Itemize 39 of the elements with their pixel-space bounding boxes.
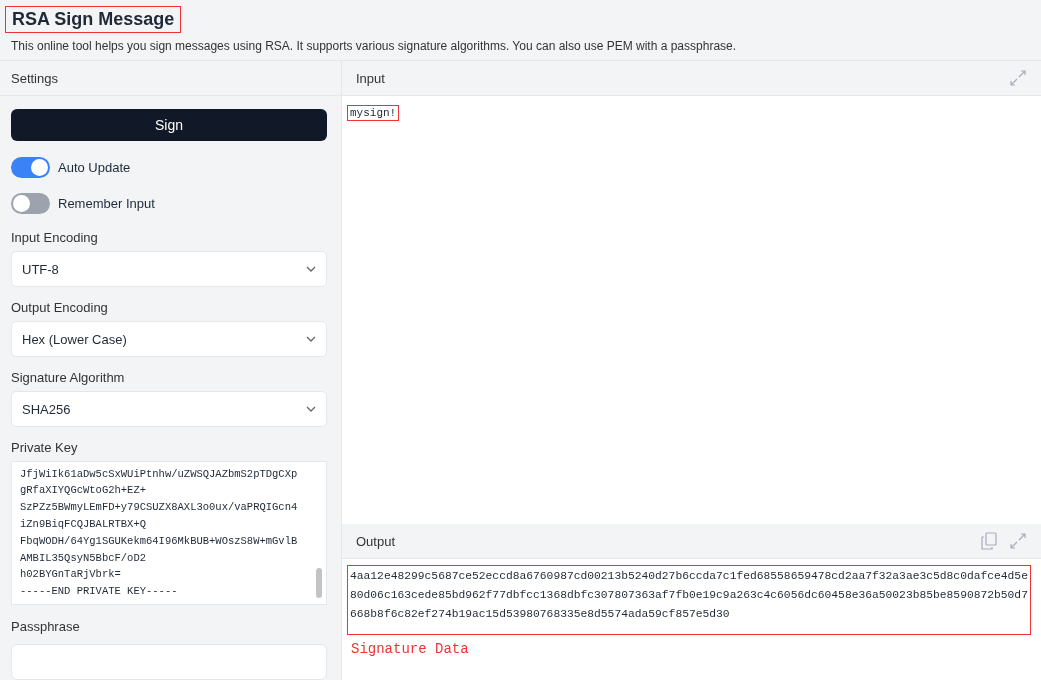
passphrase-field[interactable] — [11, 644, 327, 680]
toggle-switch[interactable] — [11, 156, 50, 178]
input-text: mysign! — [347, 105, 400, 121]
key-line: FbqWODH/64Yg1SGUKekm64I96MkBUB+WOszS8W+mGvlB — [20, 533, 299, 549]
field-label: Private Key — [11, 440, 79, 455]
page-title: RSA Sign Message — [5, 6, 182, 33]
toggle-switch[interactable] — [11, 192, 50, 214]
select-field[interactable]: Hex (Lower Case) — [11, 321, 327, 357]
panel-title: Input — [356, 70, 385, 86]
annotation-label: Signature Data — [351, 641, 470, 657]
field-label: Passphrase — [11, 619, 81, 634]
sign-button[interactable]: Sign — [11, 109, 327, 141]
field-label: Input Encoding — [11, 230, 99, 245]
chevron-icon — [306, 336, 316, 342]
key-line: SzPZz5BWmyLEmFD+y79CSUZX8AXL3o0ux/vaPRQIGcn4 — [20, 500, 299, 516]
toggle-label: Auto Update — [58, 159, 131, 175]
field-label: Output Encoding — [11, 300, 109, 315]
key-line: iZn9BiqFCQJBALRTBX+Q — [20, 517, 148, 532]
copy-icon[interactable] — [981, 532, 997, 550]
private-key-field[interactable] — [11, 461, 327, 605]
output-text: 4aa12e48299c5687ce52eccd8a6760987cd00213b5240d27b6ccda7c1fed68558659478cd2aa7f32a3ae3c5d8c0dafce4d5e80d06c163cede85bd962f77dbfcc1368dbfc307807363af7fb0e19c9a263c4c6056dc60458e36a50023b85be8590872b50d7668b8f6c82ef274b19ac15d53980768335e8d5574ada59cf857e5d30 — [347, 565, 1031, 635]
expand-icon[interactable] — [1009, 532, 1027, 550]
toggle-label: Remember Input — [58, 195, 155, 211]
input-area[interactable]: mysign! — [342, 96, 1041, 524]
key-line: JfjWiIk61aDw5cSxWUiPtnhw/uZWSQJAZbmS2pTDgCXp — [20, 466, 299, 482]
key-line: h02BYGnTaRjVbrk= — [20, 567, 122, 583]
scrollbar[interactable] — [316, 568, 322, 598]
field-label: Signature Algorithm — [11, 370, 126, 385]
key-line: AMBIL35QsyN5BbcF/oD2 — [20, 550, 148, 566]
panel-title: Output — [356, 533, 396, 549]
chevron-icon — [306, 406, 316, 412]
description: This online tool helps you sign messages using RSA. It supports various signature algorithms. You can also use PEM with a passphrase. — [11, 39, 738, 53]
key-line: gRfaXIYQGcWtoG2h+EZ+ — [20, 483, 148, 499]
panel-title: Settings — [11, 70, 58, 86]
chevron-icon — [306, 266, 316, 272]
select-field[interactable]: UTF-8 — [11, 251, 327, 287]
key-line: -----END PRIVATE KEY----- — [20, 584, 179, 600]
expand-icon[interactable] — [1009, 69, 1027, 87]
select-field[interactable]: SHA256 — [11, 391, 327, 427]
